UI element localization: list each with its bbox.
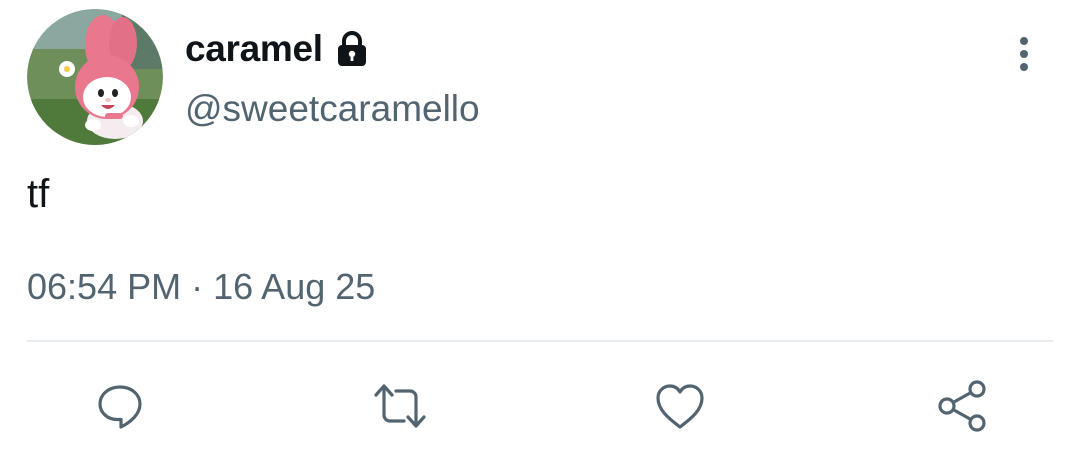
- retweet-button[interactable]: [372, 378, 428, 434]
- share-button[interactable]: [934, 378, 990, 434]
- like-button[interactable]: [652, 378, 708, 434]
- reply-button[interactable]: [92, 378, 148, 434]
- author-handle[interactable]: @sweetcaramello: [185, 88, 480, 130]
- speech-bubble-icon: [98, 385, 142, 429]
- my-melody-avatar-icon: [27, 9, 163, 145]
- share-icon: [938, 380, 986, 432]
- retweet-icon: [374, 384, 426, 428]
- more-vertical-icon: [1020, 37, 1028, 71]
- divider: [27, 340, 1053, 342]
- author-name-row: caramel: [185, 24, 371, 74]
- meta-separator: ·: [191, 266, 204, 307]
- heart-icon: [656, 384, 704, 429]
- tweet-time: 06:54 PM: [27, 266, 182, 307]
- tweet-timestamp[interactable]: 06:54 PM · 16 Aug 25: [27, 266, 375, 308]
- avatar[interactable]: [27, 9, 163, 145]
- tweet-text: tf: [27, 172, 50, 216]
- more-options-button[interactable]: [1007, 30, 1041, 78]
- tweet-date: 16 Aug 25: [213, 266, 376, 307]
- display-name[interactable]: caramel: [185, 28, 323, 70]
- lock-icon: [333, 30, 371, 68]
